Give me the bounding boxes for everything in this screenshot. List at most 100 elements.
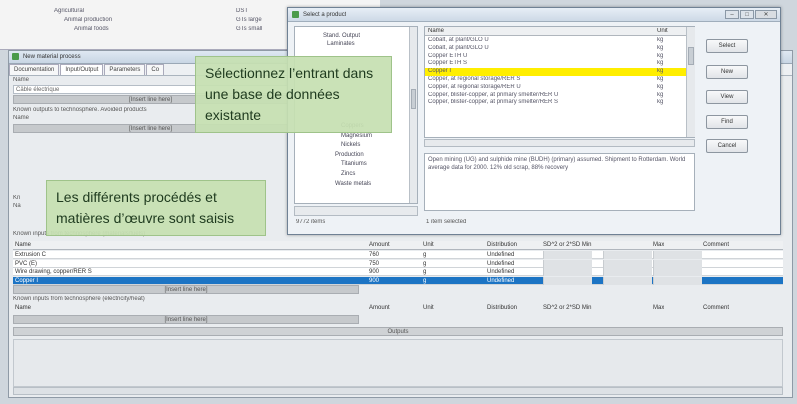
list-item[interactable]: Cobalt, at plant/GLO U kg [425, 45, 686, 53]
cell-empty[interactable] [543, 251, 592, 259]
cell-distribution[interactable]: Undefined [487, 277, 514, 285]
back-tree-item[interactable]: Animal production [64, 17, 112, 23]
cell-amount[interactable]: 750 [369, 260, 379, 268]
insert-line-bar[interactable]: [Insert line here] [13, 285, 359, 294]
col-sd[interactable]: SD^2 or 2*SD Min [543, 304, 592, 313]
back-tree-item[interactable]: Animal foods [74, 26, 109, 32]
table-row[interactable]: Extrusion C 760 g Undefined [13, 251, 783, 259]
product-list[interactable]: Name Unit Cobalt, at plant/GLO Ukg Cobalt… [424, 26, 695, 138]
view-button[interactable]: View [706, 90, 748, 104]
table-row[interactable]: Wire drawing, copper/RER S 900 g Undefined [13, 268, 783, 276]
list-item[interactable]: Copper ETH U kg [425, 53, 686, 61]
minimize-button[interactable]: – [725, 10, 739, 19]
col-comment[interactable]: Comment [703, 241, 729, 250]
tree-item[interactable]: Zincs [341, 171, 355, 177]
list-scroll-thumb[interactable] [688, 47, 694, 65]
cell-empty[interactable] [653, 259, 702, 268]
tree-item[interactable]: Nickels [341, 142, 360, 148]
table-row[interactable]: PVC (E) 750 g Undefined [13, 259, 783, 268]
tree-item[interactable]: Production [335, 152, 364, 158]
list-item-unit: kg [657, 91, 664, 98]
cell-distribution[interactable]: Undefined [487, 251, 514, 259]
cancel-button[interactable]: Cancel [706, 139, 748, 153]
outputs-button[interactable]: Outputs [13, 327, 783, 336]
cell-name[interactable]: PVC (E) [15, 260, 37, 268]
cell-empty[interactable] [603, 276, 652, 285]
list-item[interactable]: Copper, at regional storage/RER S kg [425, 76, 686, 84]
cell-empty[interactable] [543, 259, 592, 268]
list-col-name[interactable]: Name [428, 28, 444, 34]
cell-unit[interactable]: g [423, 277, 426, 285]
find-button[interactable]: Find [706, 115, 748, 129]
cell-empty[interactable] [653, 268, 702, 276]
col-comment[interactable]: Comment [703, 304, 729, 313]
cell-empty[interactable] [603, 251, 652, 259]
cell-empty[interactable] [603, 268, 652, 276]
cell-empty[interactable] [543, 276, 592, 285]
tree-scrollbar[interactable] [409, 27, 417, 203]
col-unit[interactable]: Unit [423, 304, 434, 313]
cell-unit[interactable]: g [423, 260, 426, 268]
horizontal-scrollbar[interactable] [13, 387, 783, 395]
product-description: Open mining (UG) and sulphide mine (BUDH… [424, 153, 695, 211]
col-distribution[interactable]: Distribution [487, 241, 517, 250]
editor-empty-area [13, 339, 783, 387]
list-item-unit: kg [657, 99, 664, 106]
cell-distribution[interactable]: Undefined [487, 268, 514, 276]
close-button[interactable]: ✕ [755, 10, 777, 19]
list-scrollbar[interactable] [686, 27, 695, 137]
tree-item[interactable]: Waste metals [335, 181, 371, 187]
list-item-name: Cobalt, at plant/GLO U [428, 37, 489, 43]
tab-input-output[interactable]: Input/Output [60, 64, 104, 75]
table-row[interactable]: Copper I 900 g Undefined [13, 276, 783, 285]
tree-hscrollbar[interactable] [294, 206, 418, 216]
tree-item[interactable]: Magnesium [341, 133, 372, 139]
tree-item[interactable]: Titaniums [341, 161, 367, 167]
select-button[interactable]: Select [706, 39, 748, 53]
back-tree-item[interactable]: Agricultural [54, 8, 84, 14]
cell-amount[interactable]: 760 [369, 251, 379, 259]
tree-scroll-thumb[interactable] [411, 89, 416, 109]
col-amount[interactable]: Amount [369, 241, 390, 250]
cell-empty[interactable] [653, 251, 702, 259]
col-unit[interactable]: Unit [423, 241, 434, 250]
col-sd[interactable]: SD^2 or 2*SD Min [543, 241, 592, 250]
list-item-name: Copper, at regional storage/RER S [428, 75, 521, 82]
tab-documentation[interactable]: Documentation [9, 64, 60, 75]
cell-unit[interactable]: g [423, 251, 426, 259]
col-max[interactable]: Max [653, 241, 664, 250]
cell-distribution[interactable]: Undefined [487, 260, 514, 268]
list-item[interactable]: Copper ETH S kg [425, 60, 686, 68]
list-col-unit[interactable]: Unit [657, 28, 668, 34]
cell-amount[interactable]: 900 [369, 277, 379, 285]
cell-name[interactable]: Wire drawing, copper/RER S [15, 268, 92, 276]
cell-empty[interactable] [543, 268, 592, 276]
col-max[interactable]: Max [653, 304, 664, 313]
tree-item[interactable]: Stand. Output [323, 33, 360, 39]
list-item[interactable]: Copper, blister-copper, at primary smelt… [425, 99, 686, 107]
app-icon [12, 53, 19, 60]
maximize-button[interactable]: □ [740, 10, 754, 19]
insert-line-bar[interactable]: [Insert line here] [13, 315, 359, 324]
cell-name[interactable]: Copper I [15, 277, 38, 285]
tree-item-count: 9772 items [296, 219, 326, 225]
col-distribution[interactable]: Distribution [487, 304, 517, 313]
tab-co[interactable]: Co [146, 64, 165, 75]
list-item[interactable]: Copper, at regional storage/RER U kg [425, 84, 686, 92]
list-item[interactable]: Copper I kg [425, 68, 686, 76]
cell-name[interactable]: Extrusion C [15, 251, 46, 259]
list-hscrollbar[interactable] [424, 139, 695, 147]
tree-item[interactable]: Laminates [327, 41, 355, 47]
cell-empty[interactable] [603, 259, 652, 268]
new-button[interactable]: New [706, 65, 748, 79]
list-item-unit: kg [657, 37, 664, 43]
col-name[interactable]: Name [15, 241, 31, 250]
cell-unit[interactable]: g [423, 268, 426, 276]
col-name[interactable]: Name [15, 304, 31, 313]
cell-empty[interactable] [653, 276, 702, 285]
cell-amount[interactable]: 900 [369, 268, 379, 276]
tab-parameters[interactable]: Parameters [104, 64, 146, 75]
col-amount[interactable]: Amount [369, 304, 390, 313]
list-item[interactable]: Cobalt, at plant/GLO U kg [425, 37, 686, 45]
list-item[interactable]: Copper, blister-copper, at primary smelt… [425, 92, 686, 100]
